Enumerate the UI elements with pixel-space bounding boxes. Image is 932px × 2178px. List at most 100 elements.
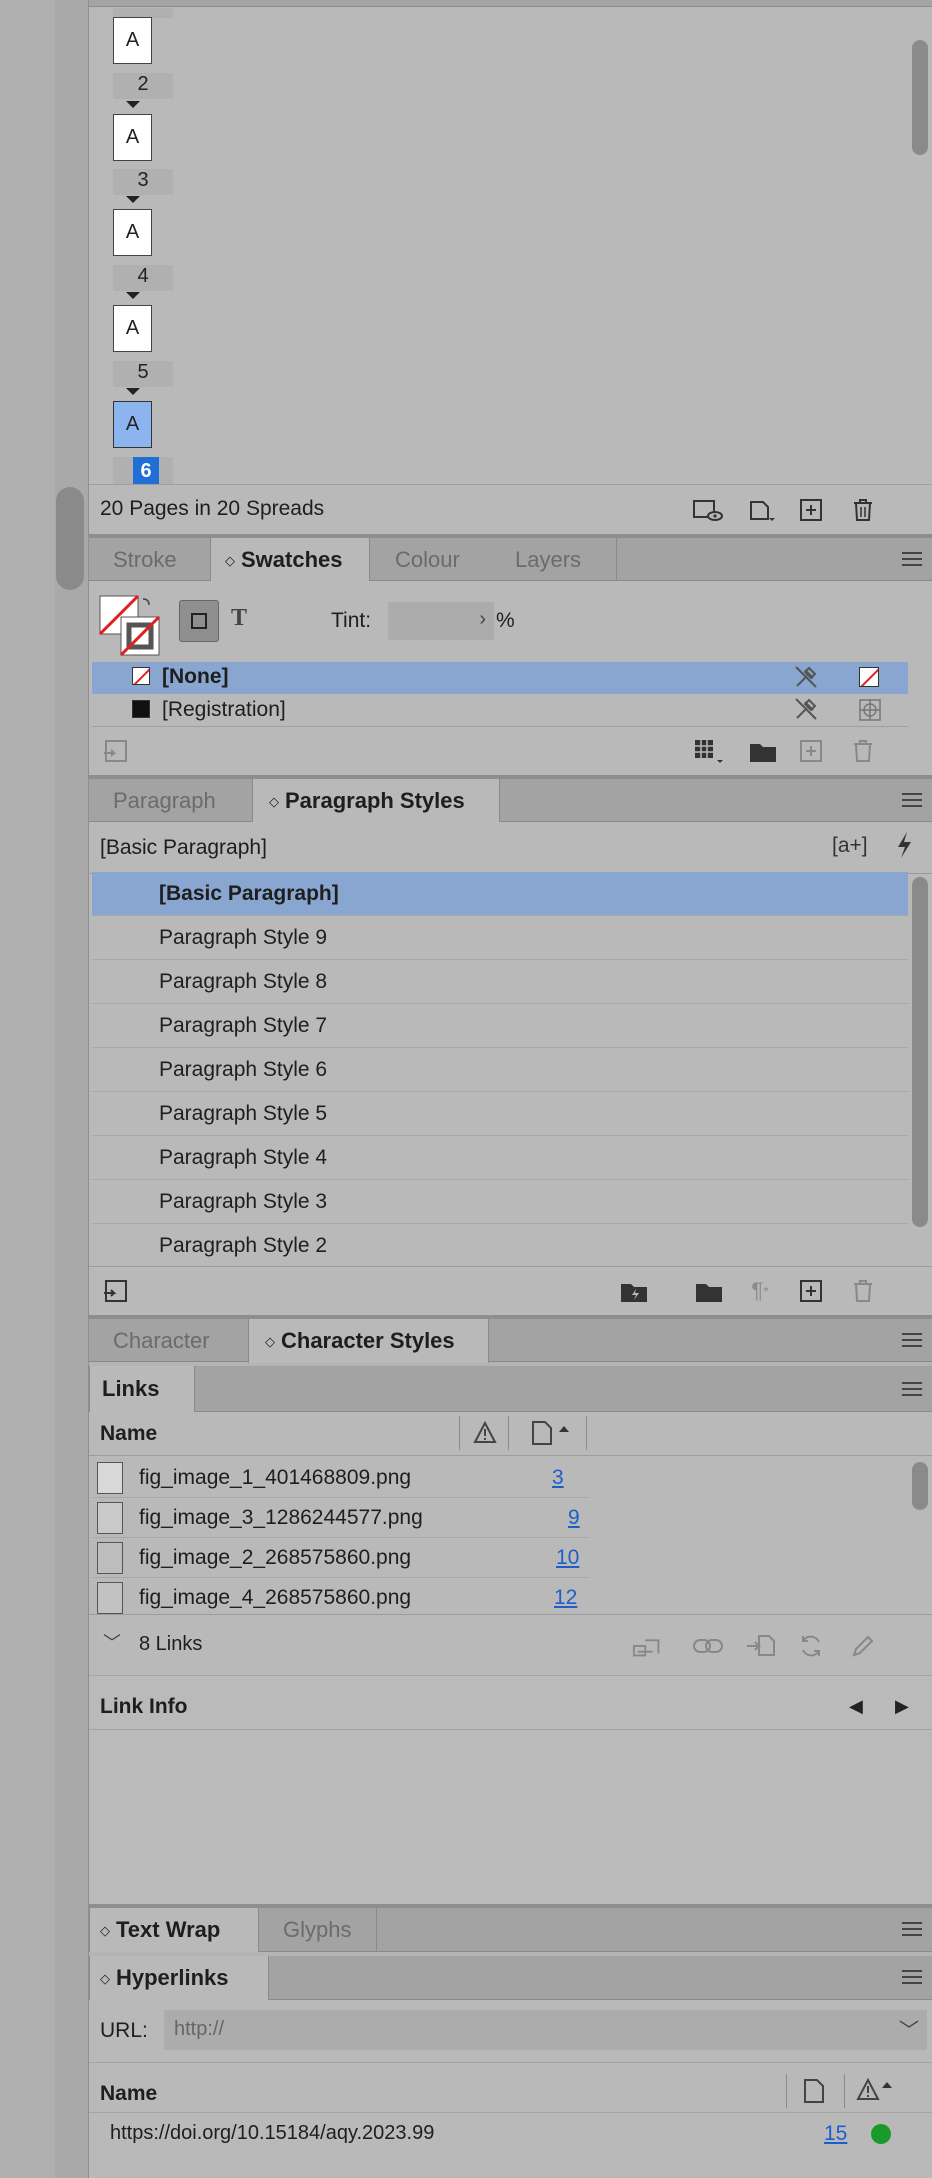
page-thumb-4[interactable]: A	[113, 305, 152, 352]
tab-paragraph[interactable]: Paragraph	[89, 779, 252, 822]
page-thumb-5[interactable]: A	[113, 401, 152, 448]
style-row[interactable]: Paragraph Style 2	[92, 1224, 908, 1268]
new-color-group-icon[interactable]	[746, 734, 780, 768]
page-thumb-3[interactable]: A	[113, 209, 152, 256]
page-col-header[interactable]	[529, 1412, 585, 1456]
relink-icon[interactable]	[691, 1629, 725, 1663]
create-style-icon[interactable]: [a+]	[832, 834, 868, 858]
style-row[interactable]: Paragraph Style 6	[92, 1048, 908, 1092]
panel-menu-icon[interactable]	[902, 552, 922, 566]
chevron-down-icon[interactable]: ﹀	[103, 1629, 121, 1655]
hyperlinks-panel: URL: http:// ﹀ Name https://doi.org/10.1…	[89, 2000, 932, 2178]
style-row[interactable]: Paragraph Style 8	[92, 960, 908, 1004]
no-edit-icon	[793, 664, 819, 696]
status-col-header[interactable]	[852, 2072, 902, 2114]
edit-original-icon[interactable]	[846, 1629, 880, 1663]
page-label-4: 4	[113, 265, 173, 291]
tab-links[interactable]: Links	[89, 1366, 195, 1413]
quick-apply-icon[interactable]	[894, 830, 914, 866]
col-divider	[459, 1416, 460, 1450]
next-link-icon[interactable]: ▶	[895, 1696, 909, 1717]
tab-layers[interactable]: Layers	[491, 538, 617, 581]
tab-character-styles[interactable]: ◇ Character Styles	[248, 1319, 489, 1363]
panel-menu-icon[interactable]	[902, 1333, 922, 1347]
links-col-name[interactable]: Name	[100, 1422, 157, 1446]
style-row[interactable]: Paragraph Style 4	[92, 1136, 908, 1180]
link-row[interactable]: fig_image_4_268575860.png 12	[92, 1578, 589, 1614]
registration-target-icon	[858, 698, 882, 728]
formatting-container-button[interactable]	[179, 600, 219, 642]
clear-overrides-icon[interactable]: ¶ *	[743, 1274, 777, 1308]
links-scroll-thumb[interactable]	[912, 1462, 928, 1510]
pages-scroll-thumb[interactable]	[912, 40, 928, 155]
delete-page-icon[interactable]	[846, 493, 880, 527]
tab-colour[interactable]: Colour	[371, 538, 491, 581]
load-styles-icon[interactable]	[99, 1274, 133, 1308]
panel-menu-icon[interactable]	[902, 1922, 922, 1936]
style-row[interactable]: Paragraph Style 9	[92, 916, 908, 960]
delete-style-icon[interactable]	[846, 1274, 880, 1308]
character-tabbar: Character ◇ Character Styles	[89, 1319, 932, 1363]
fill-stroke-proxy[interactable]	[98, 594, 161, 657]
tab-character[interactable]: Character	[89, 1319, 248, 1362]
go-to-link-icon[interactable]	[744, 1629, 778, 1663]
new-paragraph-style-icon[interactable]	[794, 1274, 828, 1308]
links-footer: ﹀ 8 Links	[89, 1614, 932, 1676]
tab-stroke[interactable]: Stroke	[89, 538, 210, 581]
url-input[interactable]: http:// ﹀	[164, 2010, 927, 2050]
page-col-header[interactable]	[799, 2072, 831, 2114]
tab-glyphs[interactable]: Glyphs	[259, 1908, 377, 1951]
tint-input[interactable]: ›	[388, 602, 494, 640]
page-thumb-2[interactable]: A	[113, 114, 152, 161]
pages-panel	[89, 0, 932, 533]
style-row[interactable]: Paragraph Style 5	[92, 1092, 908, 1136]
link-row[interactable]: fig_image_2_268575860.png 10	[92, 1538, 589, 1578]
new-page-icon[interactable]	[794, 493, 828, 527]
delete-swatch-icon[interactable]	[846, 734, 880, 768]
panel-menu-icon[interactable]	[902, 793, 922, 807]
styles-scroll-thumb[interactable]	[912, 877, 928, 1227]
panel-menu-icon[interactable]	[902, 1970, 922, 1984]
page-transform-icon[interactable]	[745, 493, 779, 527]
hyperlink-page-number[interactable]: 15	[824, 2122, 847, 2146]
page-label-2: 2	[113, 73, 173, 99]
tab-hyperlinks[interactable]: ◇ Hyperlinks	[89, 1956, 269, 2000]
chevron-down-icon[interactable]: ﹀	[899, 2014, 919, 2043]
link-thumbnail	[97, 1502, 123, 1534]
new-style-group-icon[interactable]	[692, 1274, 726, 1308]
pages-status: 20 Pages in 20 Spreads	[100, 497, 325, 520]
swatch-row-registration[interactable]: [Registration]	[92, 694, 908, 726]
quick-folder-icon[interactable]	[617, 1274, 651, 1308]
pages-footer: 20 Pages in 20 Spreads	[89, 484, 932, 534]
hyperlink-row[interactable]: https://doi.org/10.15184/aqy.2023.99 15	[89, 2113, 911, 2155]
textwrap-tabbar: ◇ Text Wrap Glyphs	[89, 1908, 932, 1952]
link-thumbnail	[97, 1582, 123, 1614]
relink-cc-icon[interactable]	[632, 1629, 666, 1663]
show-swatch-kinds-icon[interactable]	[99, 734, 133, 768]
swatch-name: [Registration]	[162, 698, 286, 721]
update-link-icon[interactable]	[794, 1629, 828, 1663]
tab-text-wrap[interactable]: ◇ Text Wrap	[89, 1908, 259, 1952]
new-swatch-icon[interactable]	[794, 734, 828, 768]
page-arrow-icon	[126, 196, 140, 203]
panel-menu-icon[interactable]	[902, 1382, 922, 1396]
formatting-text-icon[interactable]: T	[231, 605, 247, 632]
tab-swatches[interactable]: ◇ Swatches	[210, 538, 370, 582]
tint-arrow-icon[interactable]: ›	[479, 608, 486, 631]
style-row[interactable]: Paragraph Style 3	[92, 1180, 908, 1224]
swatch-views-icon[interactable]	[691, 734, 725, 768]
swatch-row-none[interactable]: [None]	[92, 662, 908, 694]
style-row-basic-paragraph[interactable]: [Basic Paragraph]	[92, 872, 908, 916]
dock-scroll-thumb[interactable]	[56, 487, 84, 590]
status-col-header[interactable]	[467, 1412, 503, 1456]
previous-link-icon[interactable]: ◀	[849, 1696, 863, 1717]
tab-paragraph-styles[interactable]: ◇ Paragraph Styles	[252, 779, 500, 823]
page-label-3: 3	[113, 169, 173, 195]
hyperlinks-col-name[interactable]: Name	[100, 2082, 157, 2106]
paragraph-styles-footer: ¶ *	[89, 1266, 932, 1315]
link-row[interactable]: fig_image_1_401468809.png 3	[92, 1458, 589, 1498]
page-thumb-1[interactable]: A	[113, 17, 152, 64]
style-row[interactable]: Paragraph Style 7	[92, 1004, 908, 1048]
link-row[interactable]: fig_image_3_1286244577.png 9	[92, 1498, 589, 1538]
edit-page-size-icon[interactable]	[691, 493, 725, 527]
